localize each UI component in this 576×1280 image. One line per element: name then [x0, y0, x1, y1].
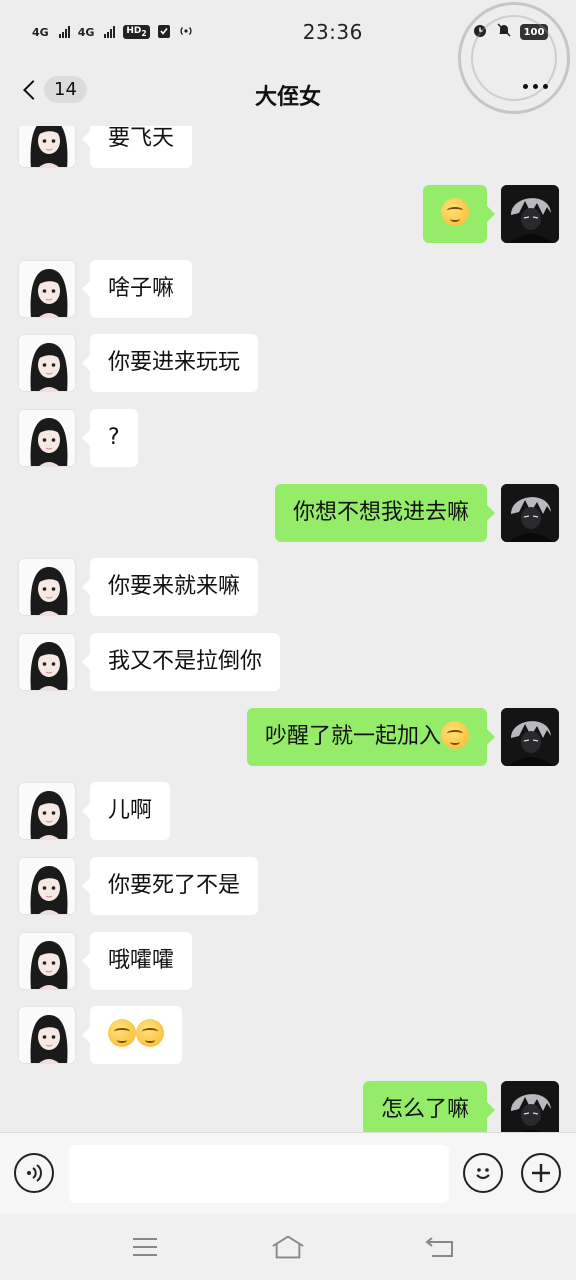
- message-text: 哦嚯嚯: [108, 948, 175, 973]
- system-nav-bar: [0, 1214, 576, 1280]
- message-bubble[interactable]: [82, 1006, 182, 1064]
- my-avatar[interactable]: [501, 185, 559, 243]
- check-icon: [157, 24, 170, 41]
- contact-avatar[interactable]: [18, 126, 76, 168]
- nav-menu-button[interactable]: [127, 1232, 163, 1262]
- message-bubble[interactable]: 你想不想我进去嘛: [274, 484, 496, 542]
- unread-count-badge: 14: [44, 76, 87, 103]
- message-text: 吵醒了就一起加入: [264, 724, 441, 749]
- sent-message: 吵醒了就一起加入: [246, 708, 559, 766]
- nav-home-button[interactable]: [270, 1232, 306, 1262]
- voice-button[interactable]: [14, 1153, 54, 1193]
- status-left: 4G 4G HD2: [32, 24, 194, 41]
- message-bubble[interactable]: 怎么了嘛: [362, 1081, 496, 1132]
- blush-emoji: [441, 198, 469, 226]
- chat-header: 14 大侄女: [0, 64, 576, 126]
- message-text: 啥子嘛: [108, 276, 175, 301]
- plus-icon: [532, 1164, 550, 1182]
- received-message: 我又不是拉倒你: [18, 633, 281, 691]
- sent-message: 怎么了嘛: [362, 1081, 559, 1132]
- message-bubble[interactable]: 啥子嘛: [81, 260, 193, 318]
- received-message: 啥子嘛: [18, 260, 193, 318]
- voice-icon: [27, 1164, 42, 1182]
- home-icon: [272, 1235, 304, 1259]
- contact-avatar[interactable]: [18, 782, 76, 840]
- message-text: 要飞天: [108, 126, 175, 151]
- back-button[interactable]: 14: [20, 76, 87, 103]
- contact-avatar[interactable]: [18, 558, 76, 616]
- received-message: 要飞天: [18, 126, 193, 168]
- laugh-cry-emoji: [441, 721, 469, 749]
- flushed-emoji: [136, 1019, 164, 1047]
- received-message: ?: [18, 409, 138, 467]
- contact-avatar[interactable]: [18, 932, 76, 990]
- received-message: 你要进来玩玩: [18, 334, 259, 392]
- smile-icon: [476, 1168, 490, 1180]
- contact-avatar[interactable]: [18, 409, 76, 467]
- menu-icon: [133, 1238, 157, 1256]
- more-options-icon[interactable]: [523, 84, 548, 89]
- received-message: 儿啊: [18, 782, 171, 840]
- message-bubble[interactable]: 你要来就来嘛: [81, 558, 259, 616]
- message-bubble[interactable]: ?: [82, 409, 138, 467]
- contact-avatar[interactable]: [18, 260, 76, 318]
- my-avatar[interactable]: [501, 484, 559, 542]
- emoji-button[interactable]: [463, 1153, 503, 1193]
- network-label-2: 4G: [77, 25, 95, 39]
- message-text: 你要来就来嘛: [108, 574, 241, 599]
- signal-icon: [104, 26, 116, 38]
- message-bubble[interactable]: [423, 185, 495, 243]
- message-bubble[interactable]: 吵醒了就一起加入: [246, 708, 496, 766]
- received-message: 你要来就来嘛: [18, 558, 259, 616]
- hd-icon: HD2: [123, 25, 150, 39]
- signal-icon: [58, 26, 70, 38]
- my-avatar[interactable]: [501, 708, 559, 766]
- back-arrow-icon: [425, 1237, 453, 1257]
- message-text: 你要死了不是: [108, 873, 241, 898]
- received-message: 哦嚯嚯: [18, 932, 193, 990]
- message-text: 你要进来玩玩: [108, 350, 241, 375]
- clock: 23:36: [302, 20, 363, 44]
- message-bubble[interactable]: 我又不是拉倒你: [81, 633, 281, 691]
- received-message: [18, 1006, 182, 1064]
- input-bar: [0, 1132, 576, 1214]
- message-bubble[interactable]: 哦嚯嚯: [81, 932, 193, 990]
- more-actions-button[interactable]: [521, 1153, 561, 1193]
- message-bubble[interactable]: 要飞天: [81, 126, 193, 168]
- flushed-emoji: [108, 1019, 136, 1047]
- chat-title: 大侄女: [254, 85, 321, 110]
- nav-back-button[interactable]: [422, 1232, 458, 1262]
- message-bubble[interactable]: 你要死了不是: [81, 857, 259, 915]
- network-label-1: 4G: [32, 25, 49, 39]
- message-input[interactable]: [69, 1145, 449, 1203]
- contact-avatar[interactable]: [18, 857, 76, 915]
- my-avatar[interactable]: [501, 1081, 559, 1132]
- sent-message: 你想不想我进去嘛: [274, 484, 559, 542]
- message-text: 你想不想我进去嘛: [292, 500, 469, 525]
- chevron-left-icon: [23, 79, 43, 100]
- sent-message: [423, 185, 559, 243]
- message-bubble[interactable]: 你要进来玩玩: [81, 334, 259, 392]
- message-text: 怎么了嘛: [380, 1097, 469, 1122]
- contact-avatar[interactable]: [18, 1006, 76, 1064]
- message-text: 儿啊: [108, 798, 153, 823]
- message-text: ?: [108, 425, 120, 450]
- contact-avatar[interactable]: [18, 334, 76, 392]
- received-message: 你要死了不是: [18, 857, 259, 915]
- message-bubble[interactable]: 儿啊: [81, 782, 171, 840]
- hotspot-icon: [178, 24, 194, 41]
- message-text: 我又不是拉倒你: [108, 649, 263, 674]
- contact-avatar[interactable]: [18, 633, 76, 691]
- message-list[interactable]: 要飞天啥子嘛你要进来玩玩? 你想不想我进去嘛你要来就来嘛 我又不是拉倒你吵醒了就一起…: [0, 126, 576, 1132]
